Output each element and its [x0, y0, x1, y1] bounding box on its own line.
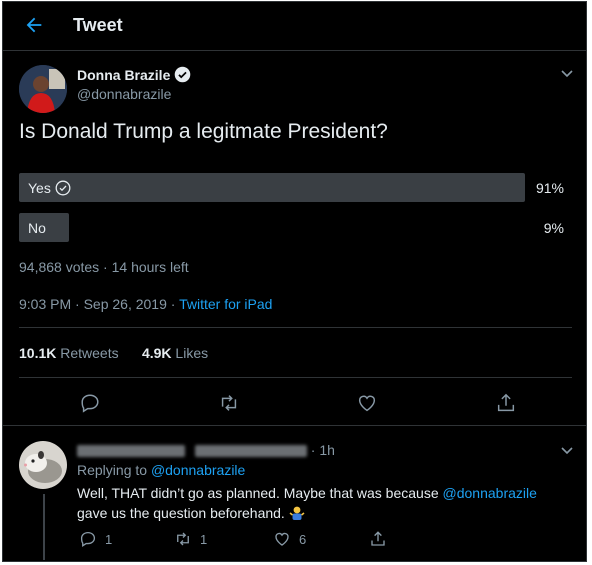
reply-action-share[interactable]: [369, 530, 387, 548]
author-handle[interactable]: @donnabrazile: [77, 86, 171, 102]
share-icon[interactable]: [495, 392, 517, 414]
retweet-icon[interactable]: [218, 392, 240, 414]
poll-percent-yes: 91%: [535, 180, 564, 196]
redacted-handle: [194, 445, 307, 458]
reply-text: Well, THAT didn’t go as planned. Maybe t…: [77, 485, 537, 521]
reply-author-header: · 1h: [77, 442, 335, 458]
retweets-stat[interactable]: 10.1K Retweets: [19, 345, 119, 361]
poll-percent-no: 9%: [543, 220, 564, 236]
poll-option-yes: Yes: [28, 180, 71, 196]
tweet-text: Is Donald Trump a legitmate President?: [19, 120, 388, 143]
reply-action-retweet[interactable]: 1: [174, 530, 207, 548]
shrug-emoji-icon: [289, 506, 305, 520]
reply-time[interactable]: 1h: [319, 442, 335, 458]
reply-icon[interactable]: [79, 392, 101, 414]
replying-to-handle[interactable]: @donnabrazile: [151, 462, 245, 478]
author-avatar[interactable]: [19, 65, 67, 113]
back-arrow-icon[interactable]: [23, 14, 45, 36]
likes-stat[interactable]: 4.9K Likes: [142, 345, 208, 361]
divider: [19, 327, 572, 328]
replying-to: Replying to @donnabrazile: [77, 462, 246, 478]
tweet-source-link[interactable]: Twitter for iPad: [179, 296, 272, 312]
divider: [3, 425, 586, 426]
retweet-icon[interactable]: [174, 530, 192, 548]
top-header: Tweet: [3, 2, 586, 51]
like-heart-icon[interactable]: [356, 392, 378, 414]
like-heart-icon[interactable]: [273, 530, 291, 548]
engagement-stats: 10.1K Retweets 4.9K Likes: [19, 345, 208, 361]
poll-footer: 94,868 votes · 14 hours left: [19, 259, 189, 275]
tweet-timestamp: 9:03 PM · Sep 26, 2019 · Twitter for iPa…: [19, 296, 273, 312]
divider: [19, 377, 572, 378]
header-title: Tweet: [73, 15, 123, 35]
reply-author-avatar[interactable]: [19, 441, 67, 489]
mention-link[interactable]: @donnabrazile: [443, 485, 537, 501]
reply-action-reply[interactable]: 1: [79, 530, 112, 548]
share-icon[interactable]: [369, 530, 387, 548]
redacted-name: [77, 445, 185, 458]
thread-line: [43, 494, 45, 560]
tweet-detail-page: Tweet Donna Brazile @donnabrazile Is Don…: [2, 1, 587, 562]
check-circle-icon: [55, 180, 71, 196]
poll-bar-yes: [19, 173, 525, 202]
author-name[interactable]: Donna Brazile: [77, 66, 191, 83]
reply-action-like[interactable]: 6: [273, 530, 306, 548]
poll-option-no: No: [28, 220, 46, 236]
reply-icon[interactable]: [79, 530, 97, 548]
chevron-down-icon[interactable]: [560, 69, 574, 79]
verified-badge-icon: [175, 66, 191, 83]
chevron-down-icon[interactable]: [560, 446, 574, 456]
